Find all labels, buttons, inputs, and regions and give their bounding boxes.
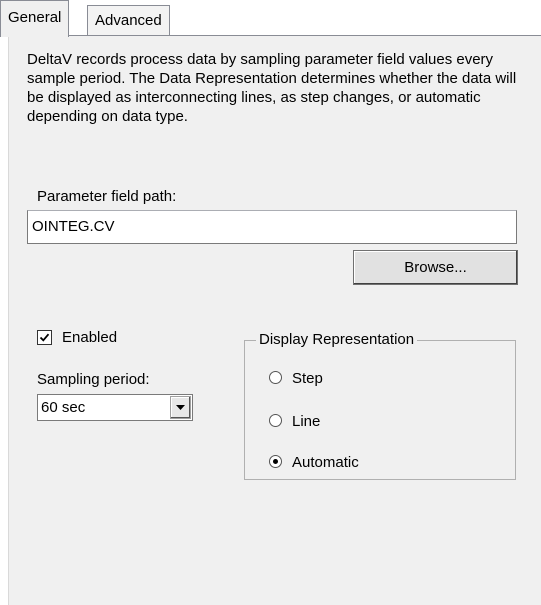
- radio-label-line: Line: [292, 413, 321, 430]
- chevron-down-icon: [176, 405, 185, 410]
- display-representation-title: Display Representation: [256, 330, 418, 350]
- radio-label-automatic: Automatic: [292, 454, 359, 471]
- radio-button-step[interactable]: [269, 371, 282, 385]
- parameter-path-label: Parameter field path:: [37, 188, 177, 205]
- tab-advanced[interactable]: Advanced: [87, 5, 170, 36]
- checkmark-icon: [39, 333, 50, 342]
- enabled-label: Enabled: [62, 329, 118, 346]
- properties-dialog: General Advanced DeltaV records process …: [0, 0, 541, 605]
- radio-option-step[interactable]: Step: [269, 370, 323, 388]
- radio-button-automatic[interactable]: [269, 455, 282, 469]
- radio-button-line[interactable]: [269, 414, 282, 428]
- sampling-period-label: Sampling period:: [37, 371, 150, 388]
- dropdown-button[interactable]: [170, 396, 191, 419]
- parameter-path-input[interactable]: OINTEG.CV: [27, 210, 517, 244]
- tab-strip: General Advanced: [0, 0, 541, 37]
- radio-label-step: Step: [292, 370, 323, 387]
- radio-selected-dot: [273, 459, 278, 465]
- browse-button[interactable]: Browse...: [353, 250, 518, 285]
- description-text: DeltaV records process data by sampling …: [27, 51, 517, 125]
- radio-option-automatic[interactable]: Automatic: [269, 454, 359, 472]
- display-representation-group: Display Representation Step Line Automat…: [244, 330, 516, 480]
- enabled-checkbox[interactable]: [37, 330, 52, 345]
- sampling-period-value: 60 sec: [41, 399, 86, 416]
- radio-option-line[interactable]: Line: [269, 413, 320, 431]
- tab-general[interactable]: General: [0, 0, 70, 37]
- sampling-period-select[interactable]: 60 sec: [37, 394, 193, 421]
